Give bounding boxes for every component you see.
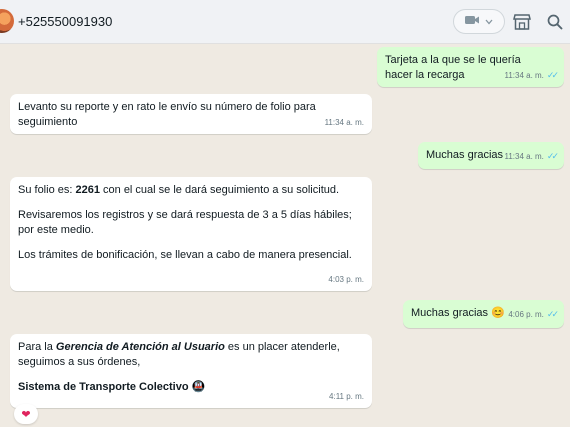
message-paragraph: Revisaremos los registros y se dará resp… (18, 209, 352, 236)
message-time: 4:06 p. m. (508, 310, 544, 319)
message-text: Muchas gracias (411, 307, 489, 319)
message-meta: 4:06 p. m. ✓✓ (508, 307, 559, 322)
message-time: 11:34 a. m. (324, 118, 364, 127)
heart-reaction-icon[interactable]: ❤ (14, 404, 38, 424)
search-icon[interactable] (545, 12, 565, 32)
message-time: 4:03 p. m. (328, 275, 364, 284)
store-icon[interactable] (512, 12, 532, 32)
metro-train-icon: 🚇 (191, 381, 206, 393)
message-text: Levanto su reporte y en rato le envío su… (18, 101, 316, 128)
message-paragraph: Su folio es: 2261 con el cual se le dará… (18, 183, 364, 198)
message-text: Para la (18, 341, 56, 353)
message-meta: 11:34 a. m. (325, 115, 364, 130)
folio-number: 2261 (75, 184, 100, 196)
message-incoming[interactable]: Para la Gerencia de Atención al Usuario … (10, 334, 372, 408)
message-paragraph: Para la Gerencia de Atención al Usuario … (18, 340, 364, 370)
message-meta: 4:03 p. m. (328, 272, 364, 287)
message-incoming[interactable]: Su folio es: 2261 con el cual se le dará… (10, 177, 372, 291)
read-ticks-icon: ✓✓ (546, 70, 559, 80)
message-meta: 11:34 a. m. ✓✓ (504, 68, 559, 83)
message-paragraph: Sistema de Transporte Colectivo 🚇 (18, 380, 364, 395)
smile-emoji-icon: 😊 (491, 307, 505, 319)
message-time: 11:34 a. m. (504, 71, 544, 80)
message-time: 4:11 p. m. (329, 392, 364, 401)
message-meta: 4:11 p. m. (329, 389, 364, 404)
message-incoming[interactable]: Levanto su reporte y en rato le envío su… (10, 94, 372, 134)
department-name: Gerencia de Atención al Usuario (55, 341, 225, 353)
message-paragraph: Los trámites de bonificación, se llevan … (18, 249, 352, 261)
read-ticks-icon: ✓✓ (546, 309, 559, 319)
message-meta: 11:34 a. m. ✓✓ (504, 149, 559, 164)
chevron-down-icon (485, 16, 493, 28)
video-call-button[interactable] (453, 9, 505, 34)
message-text: Su folio es: (18, 184, 76, 196)
organization-name: Sistema de Transporte Colectivo (18, 381, 189, 393)
chat-area[interactable]: Tarjeta a la que se le quería hacer la r… (0, 44, 570, 427)
chat-header: +525550091930 (0, 0, 570, 44)
message-outgoing[interactable]: Muchas gracias 11:34 a. m. ✓✓ (418, 142, 564, 169)
video-call-icon (465, 15, 480, 28)
message-text: con el cual se le dará seguimiento a su … (99, 184, 340, 196)
message-time: 11:34 a. m. (504, 152, 544, 161)
contact-name[interactable]: +525550091930 (18, 14, 112, 29)
message-outgoing[interactable]: Tarjeta a la que se le quería hacer la r… (377, 47, 564, 87)
message-outgoing[interactable]: Muchas gracias 😊 4:06 p. m. ✓✓ (403, 300, 564, 328)
avatar[interactable] (0, 9, 14, 33)
read-ticks-icon: ✓✓ (546, 151, 559, 161)
